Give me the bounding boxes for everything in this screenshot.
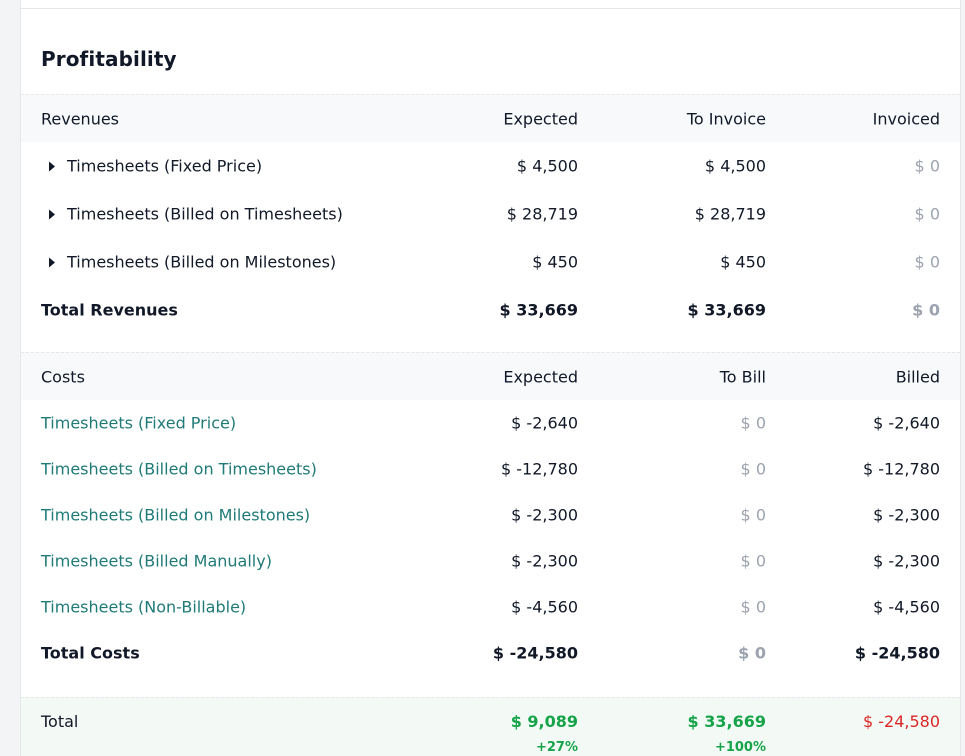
revenue-row-label[interactable]: Timesheets (Billed on Milestones) xyxy=(41,253,336,272)
page: Profitability Revenues Expected To Invoi… xyxy=(0,0,965,756)
cost-row-billed-on-milestones: Timesheets (Billed on Milestones) $ -2,3… xyxy=(21,492,960,538)
revenues-header-invoiced: Invoiced xyxy=(872,109,940,128)
revenue-to-invoice-value: $ 4,500 xyxy=(704,156,766,176)
profitability-card: Profitability Revenues Expected To Invoi… xyxy=(20,0,961,756)
grand-total-to-invoice-percent: +100% xyxy=(714,740,766,755)
revenues-section: Revenues Expected To Invoice Invoiced Ti… xyxy=(21,94,960,334)
revenues-header-expected: Expected xyxy=(503,109,578,128)
grand-total-label: Total xyxy=(41,712,79,731)
costs-section: Costs Expected To Bill Billed Timesheets… xyxy=(21,352,960,676)
cost-row-billed-on-timesheets: Timesheets (Billed on Timesheets) $ -12,… xyxy=(21,446,960,492)
total-costs-expected: $ -24,580 xyxy=(492,643,578,663)
total-revenues-row: Total Revenues $ 33,669 $ 33,669 $ 0 xyxy=(21,286,960,334)
total-costs-billed: $ -24,580 xyxy=(854,643,940,663)
cost-billed-value: $ -2,640 xyxy=(873,413,940,433)
cost-billed-value: $ -2,300 xyxy=(873,505,940,525)
cost-expected-value: $ -2,300 xyxy=(511,551,578,571)
revenue-invoiced-value: $ 0 xyxy=(914,204,940,224)
costs-header-row: Costs Expected To Bill Billed xyxy=(21,352,960,400)
revenue-row-billed-on-timesheets[interactable]: Timesheets (Billed on Timesheets) $ 28,7… xyxy=(21,190,960,238)
cost-row-non-billable: Timesheets (Non-Billable) $ -4,560 $ 0 $… xyxy=(21,584,960,630)
total-revenues-invoiced: $ 0 xyxy=(912,300,940,320)
revenue-row-billed-on-milestones[interactable]: Timesheets (Billed on Milestones) $ 450 … xyxy=(21,238,960,286)
revenue-invoiced-value: $ 0 xyxy=(914,156,940,176)
revenue-expected-value: $ 4,500 xyxy=(516,156,578,176)
cost-row-fixed-price: Timesheets (Fixed Price) $ -2,640 $ 0 $ … xyxy=(21,400,960,446)
cost-link-non-billable[interactable]: Timesheets (Non-Billable) xyxy=(41,598,246,617)
total-costs-label: Total Costs xyxy=(41,643,140,663)
total-revenues-to-invoice: $ 33,669 xyxy=(687,300,766,320)
revenues-header-to-invoice: To Invoice xyxy=(686,109,766,128)
costs-header-to-bill: To Bill xyxy=(719,367,766,386)
cost-to-bill-value: $ 0 xyxy=(740,597,766,617)
revenue-to-invoice-value: $ 450 xyxy=(720,252,766,272)
cost-to-bill-value: $ 0 xyxy=(740,413,766,433)
cost-billed-value: $ -2,300 xyxy=(873,551,940,571)
caret-right-icon[interactable] xyxy=(49,257,55,267)
cost-to-bill-value: $ 0 xyxy=(740,551,766,571)
revenue-row-label[interactable]: Timesheets (Billed on Timesheets) xyxy=(41,205,343,224)
revenue-expected-value: $ 28,719 xyxy=(506,204,578,224)
cost-billed-value: $ -12,780 xyxy=(862,459,940,479)
total-costs-row: Total Costs $ -24,580 $ 0 $ -24,580 xyxy=(21,630,960,676)
revenues-header-label: Revenues xyxy=(41,109,120,128)
cost-expected-value: $ -4,560 xyxy=(511,597,578,617)
grand-total-expected-percent: +27% xyxy=(535,740,578,755)
cost-expected-value: $ -12,780 xyxy=(500,459,578,479)
grand-total-expected: $ 9,089 xyxy=(510,712,578,731)
revenue-row-fixed-price[interactable]: Timesheets (Fixed Price) $ 4,500 $ 4,500… xyxy=(21,142,960,190)
total-costs-to-bill: $ 0 xyxy=(738,643,766,663)
cost-expected-value: $ -2,640 xyxy=(511,413,578,433)
revenue-invoiced-value: $ 0 xyxy=(914,252,940,272)
cost-link-billed-on-milestones[interactable]: Timesheets (Billed on Milestones) xyxy=(41,506,310,525)
cost-link-fixed-price[interactable]: Timesheets (Fixed Price) xyxy=(41,414,236,433)
costs-header-billed: Billed xyxy=(895,367,940,386)
revenue-row-label[interactable]: Timesheets (Fixed Price) xyxy=(41,157,262,176)
caret-right-icon[interactable] xyxy=(49,209,55,219)
costs-header-expected: Expected xyxy=(503,367,578,386)
grand-total-to-invoice: $ 33,669 xyxy=(687,712,766,731)
page-title: Profitability xyxy=(41,47,177,71)
total-revenues-label: Total Revenues xyxy=(41,300,178,320)
revenue-to-invoice-value: $ 28,719 xyxy=(694,204,766,224)
top-divider xyxy=(21,0,960,9)
cost-row-billed-manually: Timesheets (Billed Manually) $ -2,300 $ … xyxy=(21,538,960,584)
grand-total-section: Total $ 9,089 +27% $ 33,669 +100% $ -24,… xyxy=(21,697,960,756)
cost-to-bill-value: $ 0 xyxy=(740,459,766,479)
cost-to-bill-value: $ 0 xyxy=(740,505,766,525)
total-revenues-expected: $ 33,669 xyxy=(499,300,578,320)
revenues-header-row: Revenues Expected To Invoice Invoiced xyxy=(21,94,960,142)
cost-expected-value: $ -2,300 xyxy=(511,505,578,525)
cost-link-billed-on-timesheets[interactable]: Timesheets (Billed on Timesheets) xyxy=(41,460,317,479)
grand-total-row: Total $ 9,089 +27% $ 33,669 +100% $ -24,… xyxy=(21,698,960,756)
grand-total-billed: $ -24,580 xyxy=(862,712,940,731)
costs-header-label: Costs xyxy=(41,367,85,386)
revenue-expected-value: $ 450 xyxy=(532,252,578,272)
cost-billed-value: $ -4,560 xyxy=(873,597,940,617)
cost-link-billed-manually[interactable]: Timesheets (Billed Manually) xyxy=(41,552,272,571)
caret-right-icon[interactable] xyxy=(49,161,55,171)
